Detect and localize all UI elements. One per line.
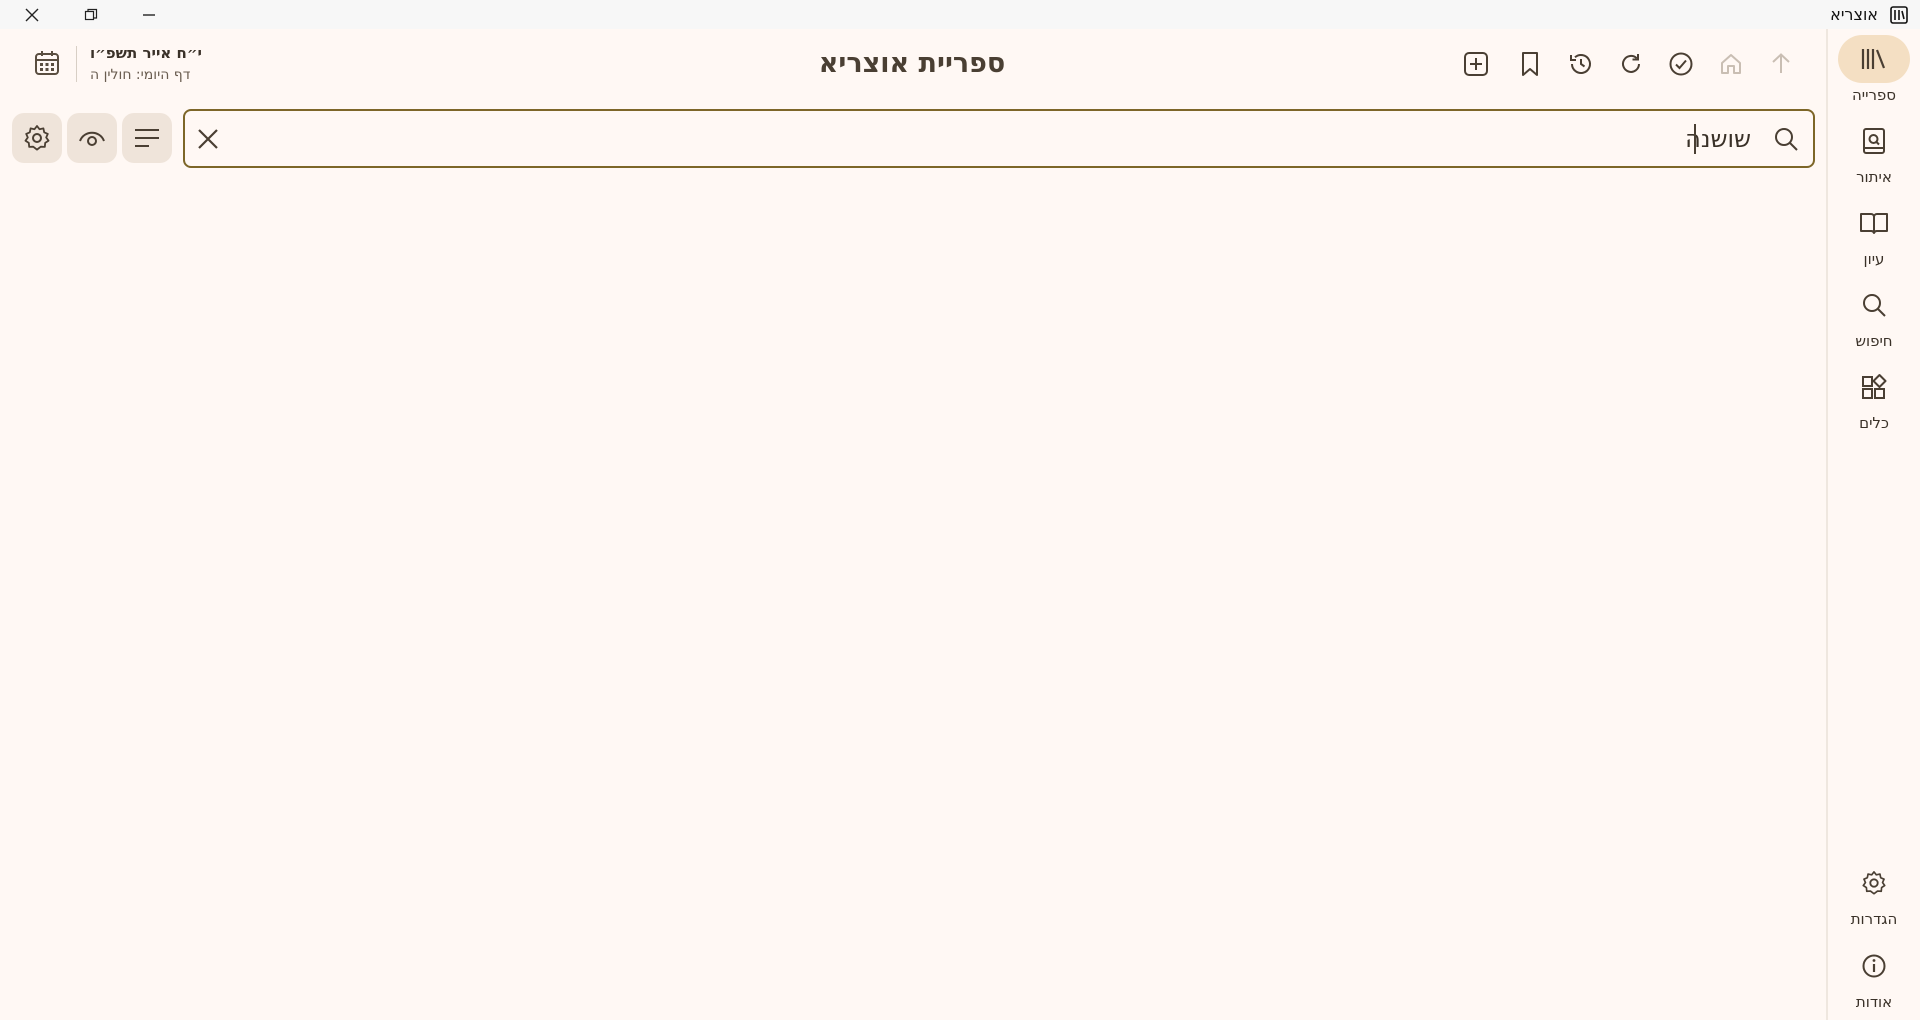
arrow-up-icon	[1772, 53, 1790, 73]
nav-item-library[interactable]: ספרייה	[1828, 35, 1920, 104]
text-caret	[1694, 124, 1696, 154]
nav-pill	[1838, 859, 1910, 907]
bookmark-icon	[1522, 52, 1538, 76]
calendar-button[interactable]	[32, 48, 62, 78]
search-input[interactable]: שושנה	[183, 109, 1815, 168]
nav-item-search[interactable]: חיפוש	[1828, 281, 1920, 350]
eye-icon	[79, 131, 105, 146]
view-toggle-button[interactable]	[67, 113, 117, 163]
nav-label: הגדרות	[1850, 910, 1898, 928]
nav-pill	[1838, 199, 1910, 247]
sort-button[interactable]	[122, 113, 172, 163]
close-window-button[interactable]	[16, 0, 48, 29]
info-icon	[1862, 954, 1886, 978]
nav-item-about[interactable]: אודות	[1828, 942, 1920, 1011]
nav-rail: ספרייה איתור עיון חיפוש כלים הגדרות אודו…	[1826, 29, 1920, 1020]
title-bar: אוצריא	[0, 0, 1920, 29]
hebrew-date: י״ח אייר תשפ״ו	[90, 44, 202, 62]
sync-check-button[interactable]	[1665, 48, 1697, 80]
divider	[76, 46, 77, 82]
nav-label: כלים	[1859, 414, 1889, 432]
daf-yomi: דף היומי: חולין ה	[90, 67, 191, 83]
home-button[interactable]	[1715, 48, 1747, 80]
find-book-icon	[1863, 128, 1885, 154]
text-lines-icon	[135, 129, 159, 147]
calendar-icon	[35, 51, 59, 75]
nav-item-study[interactable]: עיון	[1828, 199, 1920, 268]
clear-icon[interactable]	[195, 126, 221, 152]
page-title: ספריית אוצריא	[818, 48, 1006, 79]
nav-pill	[1838, 117, 1910, 165]
check-circle-icon	[1669, 52, 1693, 76]
open-book-icon	[1860, 213, 1888, 234]
nav-pill	[1838, 35, 1910, 83]
nav-label: עיון	[1863, 250, 1885, 268]
nav-pill	[1838, 363, 1910, 411]
nav-label: ספרייה	[1851, 86, 1897, 104]
refresh-button[interactable]	[1615, 48, 1647, 80]
home-icon	[1721, 54, 1741, 74]
restore-window-button[interactable]	[75, 0, 107, 29]
nav-item-settings[interactable]: הגדרות	[1828, 859, 1920, 928]
history-icon	[1570, 54, 1591, 74]
nav-pill	[1838, 281, 1910, 329]
add-box-icon	[1464, 52, 1488, 76]
minimize-icon	[143, 13, 155, 16]
search-settings-button[interactable]	[12, 113, 62, 163]
app-logo-icon	[1890, 6, 1908, 24]
gear-icon	[24, 125, 50, 151]
nav-item-tools[interactable]: כלים	[1828, 363, 1920, 432]
tools-icon	[1862, 374, 1887, 399]
nav-item-find[interactable]: איתור	[1828, 117, 1920, 186]
search-icon	[1863, 294, 1886, 317]
settings-icon	[1862, 871, 1886, 895]
up-button[interactable]	[1765, 48, 1797, 80]
minimize-window-button[interactable]	[133, 0, 165, 29]
library-icon	[1861, 49, 1886, 69]
close-icon	[25, 8, 39, 21]
add-tab-button[interactable]	[1460, 48, 1492, 80]
nav-label: אודות	[1855, 993, 1893, 1011]
history-button[interactable]	[1565, 48, 1597, 80]
nav-label: חיפוש	[1855, 332, 1893, 350]
search-icon[interactable]	[1773, 126, 1799, 152]
bookmarks-button[interactable]	[1514, 48, 1546, 80]
refresh-icon	[1622, 54, 1640, 73]
nav-pill	[1838, 942, 1910, 990]
nav-label: איתור	[1856, 168, 1892, 186]
window-title: אוצריא	[1830, 5, 1878, 24]
restore-icon	[84, 8, 98, 20]
